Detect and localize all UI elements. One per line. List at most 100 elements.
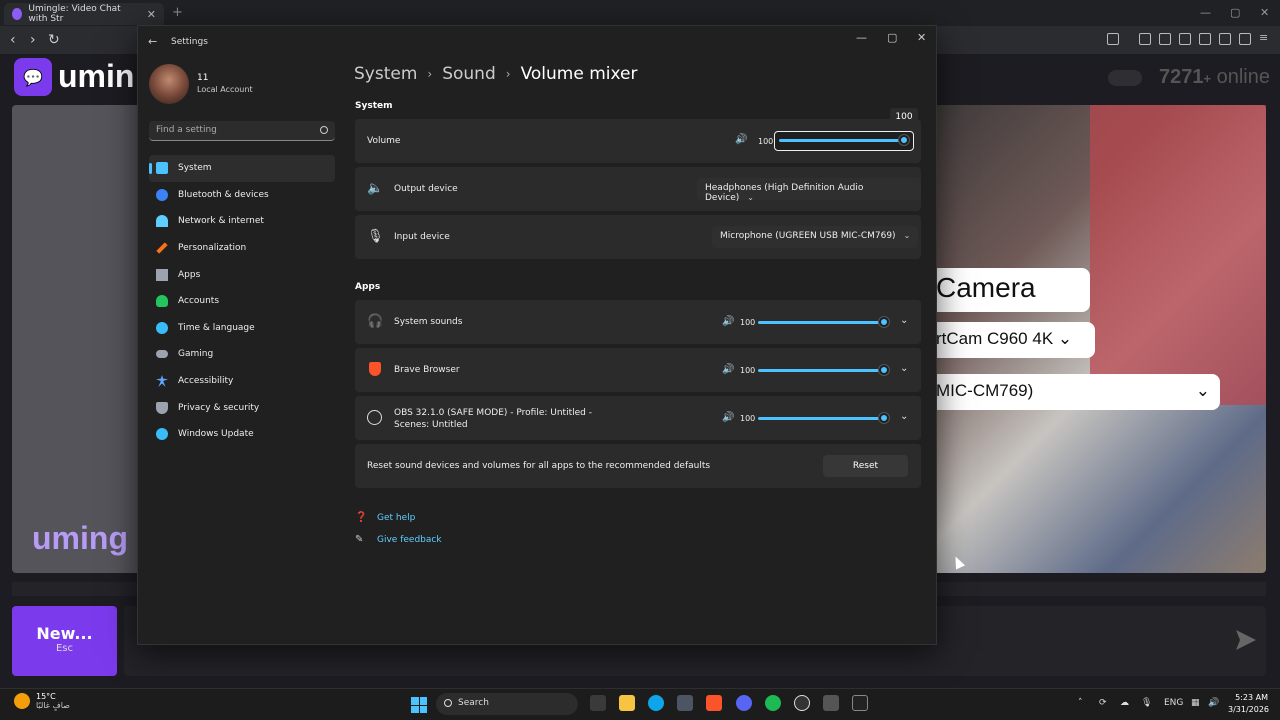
tab-close-icon[interactable]: ✕ [147,8,156,21]
language-indicator[interactable]: ENG [1164,698,1183,708]
spotify-icon[interactable] [765,695,781,711]
tray-chevron-up-icon[interactable]: ˄ [1078,698,1083,708]
task-view-icon[interactable] [590,695,606,711]
discord-icon[interactable] [736,695,752,711]
browser-back-icon[interactable]: ‹ [10,32,16,48]
search-icon[interactable] [320,126,328,134]
account-type: Local Account [197,85,253,94]
browser-cast-icon[interactable] [1107,33,1119,45]
settings-search-input[interactable]: Find a setting [149,121,335,141]
app-volume-slider-thumb[interactable] [879,317,889,327]
tray-app-icon[interactable]: ⟳ [1099,698,1107,708]
new-tab-button[interactable]: + [172,5,183,20]
speaker-icon[interactable]: 🔊 [722,412,734,423]
online-toggle[interactable] [1108,70,1142,86]
epic-games-icon[interactable] [852,695,868,711]
reset-card: Reset sound devices and volumes for all … [355,444,921,488]
volume-slider[interactable] [774,131,914,151]
sidebar-item-accounts[interactable]: Accounts [149,288,335,315]
new-chat-button[interactable]: New... Esc [12,606,117,676]
sidebar-item-system[interactable]: System [149,155,335,182]
tray-cloud-icon[interactable]: ☁ [1120,698,1129,708]
browser-download-icon[interactable] [1139,33,1151,45]
app-volume-slider[interactable] [758,321,886,324]
tray-microphone-icon[interactable]: 🎙 [1141,698,1152,708]
sidebar-item-apps[interactable]: Apps [149,261,335,288]
browser-reload-icon[interactable]: ↻ [48,32,60,48]
app-volume-slider[interactable] [758,417,886,420]
browser-vpn-icon[interactable] [1239,33,1251,45]
speaker-icon[interactable]: 🔊 [722,364,734,375]
speaker-icon: 🔈 [367,181,384,196]
speaker-icon[interactable]: 🔊 [735,134,747,145]
microphone-select[interactable]: MIC-CM769) ⌄ [930,374,1220,410]
browser-close-icon[interactable]: ✕ [1260,6,1269,19]
browser-sidebar-icon[interactable] [1179,33,1191,45]
sidebar-item-windows-update[interactable]: Windows Update [149,421,335,448]
edge-icon[interactable] [648,695,664,711]
avatar[interactable] [149,64,189,104]
breadcrumb-sound[interactable]: Sound [442,64,496,84]
start-button-icon[interactable] [411,697,427,713]
bluetooth-icon [156,188,168,201]
weather-widget[interactable]: 15°C صافٍ غالبًا [14,692,70,710]
breadcrumb-system[interactable]: System [354,64,417,84]
brave-taskbar-icon[interactable] [706,695,722,711]
settings-gear-icon[interactable] [823,695,839,711]
umingle-favicon-icon [12,8,23,20]
clock-time: 5:23 AM [1235,693,1268,702]
monitor-icon [156,162,168,175]
browser-wallet-icon[interactable] [1199,33,1211,45]
volume-slider-thumb[interactable] [899,135,909,145]
browser-music-icon[interactable] [1159,33,1171,45]
expand-chevron-icon[interactable]: ⌄ [900,411,908,422]
store-icon[interactable] [677,695,693,711]
search-icon [444,699,452,707]
get-help-link[interactable]: Get help [377,513,415,523]
taskbar-search[interactable]: Search [436,693,578,715]
output-device-dropdown[interactable]: Headphones (High Definition Audio Device… [697,178,921,203]
sidebar-item-gaming[interactable]: Gaming [149,341,335,368]
reset-button[interactable]: Reset [823,455,908,477]
app-volume-slider-thumb[interactable] [879,365,889,375]
file-explorer-icon[interactable] [619,695,635,711]
get-help-icon: ❓ [355,512,368,523]
taskbar [0,688,1280,720]
sidebar-item-bluetooth[interactable]: Bluetooth & devices [149,182,335,209]
sidebar-item-accessibility[interactable]: Accessibility [149,368,335,395]
input-device-dropdown[interactable]: Microphone (UGREEN USB MIC-CM769) ⌄ [712,226,919,248]
browser-forward-icon[interactable]: › [30,32,36,48]
tray-volume-icon[interactable]: 🔊 [1208,698,1219,708]
tray-network-icon[interactable]: ▦ [1191,698,1200,708]
browser-tab[interactable]: Umingle: Video Chat with Str ✕ [4,3,164,25]
sidebar-item-privacy-security[interactable]: Privacy & security [149,394,335,421]
browser-leo-icon[interactable] [1219,33,1231,45]
maximize-icon[interactable]: ▢ [887,31,897,44]
sidebar-item-network[interactable]: Network & internet [149,208,335,235]
minimize-icon[interactable]: — [856,31,867,44]
give-feedback-link[interactable]: Give feedback [377,535,442,545]
speaker-icon[interactable]: 🔊 [722,316,734,327]
expand-chevron-icon[interactable]: ⌄ [900,363,908,374]
sidebar-item-time-language[interactable]: Time & language [149,315,335,342]
app-volume-slider[interactable] [758,369,886,372]
camera-select[interactable]: rtCam C960 4K ⌄ [930,322,1095,358]
update-icon [156,428,168,441]
obs-taskbar-icon[interactable] [794,695,810,711]
page-title: Volume mixer [520,64,638,84]
site-brand: umin [58,58,135,94]
reset-description: Reset sound devices and volumes for all … [367,461,711,471]
user-name: 11 [197,73,209,83]
back-arrow-icon[interactable]: ← [148,35,157,48]
sidebar-item-personalization[interactable]: Personalization [149,235,335,262]
browser-menu-icon[interactable]: ≡ [1259,31,1271,44]
partner-video-panel [12,105,142,573]
app-name-line2: Scenes: Untitled [394,420,468,430]
window-title: Settings [171,37,208,47]
expand-chevron-icon[interactable]: ⌄ [900,315,908,326]
browser-maximize-icon[interactable]: ▢ [1230,6,1240,19]
close-icon[interactable]: ✕ [917,31,926,44]
app-volume-slider-thumb[interactable] [879,413,889,423]
taskbar-clock[interactable]: 5:23 AM 3/31/2026 [1228,692,1269,716]
browser-minimize-icon[interactable]: — [1200,6,1211,19]
